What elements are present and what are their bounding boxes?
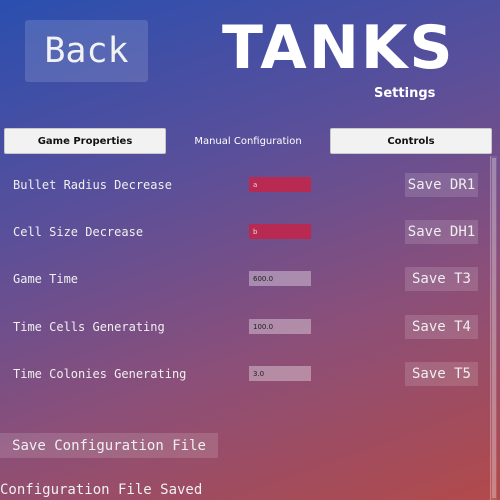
setting-label: Time Cells Generating bbox=[13, 320, 165, 334]
setting-row-game-time: Game Time Save T3 bbox=[0, 267, 490, 293]
setting-row-cell-size: Cell Size Decrease Save DH1 bbox=[0, 220, 490, 246]
save-dh1-button[interactable]: Save DH1 bbox=[405, 220, 478, 244]
tab-game-properties[interactable]: Game Properties bbox=[4, 128, 166, 154]
page-subtitle: Settings bbox=[374, 86, 436, 101]
time-colonies-input[interactable] bbox=[249, 366, 311, 381]
setting-label: Time Colonies Generating bbox=[13, 367, 187, 381]
setting-row-time-colonies: Time Colonies Generating Save T5 bbox=[0, 362, 490, 388]
cell-size-input[interactable] bbox=[249, 224, 311, 239]
save-t3-button[interactable]: Save T3 bbox=[405, 267, 478, 291]
game-time-input[interactable] bbox=[249, 271, 311, 286]
status-message: Configuration File Saved bbox=[0, 482, 203, 498]
save-t4-button[interactable]: Save T4 bbox=[405, 315, 478, 339]
app-title: TANKS bbox=[222, 13, 455, 83]
scrollbar-thumb[interactable] bbox=[492, 158, 496, 498]
bullet-radius-input[interactable] bbox=[249, 177, 311, 192]
panel-scrollbar[interactable] bbox=[490, 156, 497, 500]
setting-label: Game Time bbox=[13, 272, 79, 286]
setting-label: Bullet Radius Decrease bbox=[13, 178, 172, 192]
setting-row-bullet-radius: Bullet Radius Decrease Save DR1 bbox=[0, 173, 490, 199]
time-cells-input[interactable] bbox=[249, 319, 311, 334]
tab-bar: Game Properties Manual Configuration Con… bbox=[4, 128, 492, 156]
tab-manual-configuration[interactable]: Manual Configuration bbox=[168, 128, 328, 154]
tab-controls[interactable]: Controls bbox=[330, 128, 492, 154]
save-dr1-button[interactable]: Save DR1 bbox=[405, 173, 478, 197]
save-configuration-button[interactable]: Save Configuration File bbox=[0, 433, 218, 458]
save-t5-button[interactable]: Save T5 bbox=[405, 362, 478, 386]
setting-row-time-cells: Time Cells Generating Save T4 bbox=[0, 315, 490, 341]
back-button[interactable]: Back bbox=[25, 20, 148, 82]
setting-label: Cell Size Decrease bbox=[13, 225, 144, 239]
